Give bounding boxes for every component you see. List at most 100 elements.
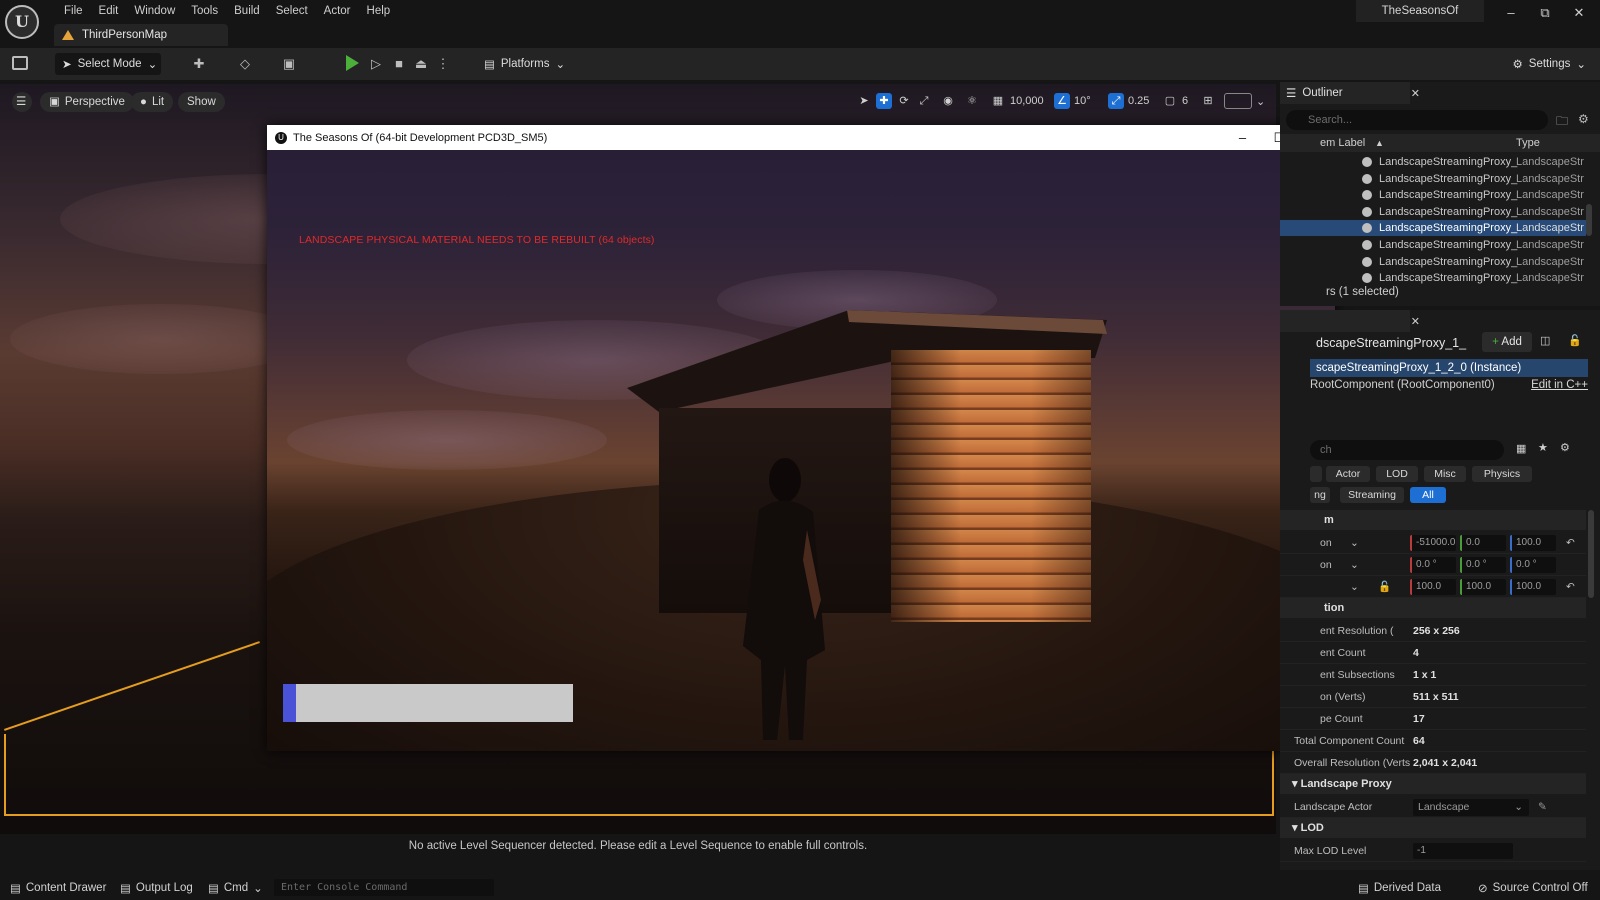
landscape-actor-dropdown[interactable]: Landscape ⌄ (1413, 799, 1529, 816)
chevron-down-icon[interactable]: ⌄ (1350, 532, 1359, 554)
filter-lod[interactable]: LOD (1376, 466, 1418, 482)
rotate-tool[interactable]: ⟳ (896, 92, 912, 110)
step-icon[interactable]: ▷ (367, 56, 385, 72)
close-icon[interactable]: ✕ (1562, 0, 1596, 26)
filter-actor[interactable]: Actor (1326, 466, 1370, 482)
outliner-search-input[interactable]: Search... (1286, 110, 1548, 130)
layout-toggle[interactable]: ⊞ (1200, 92, 1216, 110)
rotation-y-field[interactable]: 0.0 ° (1460, 557, 1506, 573)
outliner-row[interactable]: LandscapeStreamingProxy_ LandscapeStr (1280, 204, 1586, 220)
menu-select[interactable]: Select (268, 2, 316, 20)
platforms-dropdown[interactable]: ▤ Platforms ⌄ (484, 53, 565, 75)
derived-data-button[interactable]: ▤ Derived Data (1358, 880, 1441, 896)
outliner-row[interactable]: LandscapeStreamingProxy_ LandscapeStr (1280, 154, 1586, 170)
outliner-scrollbar[interactable] (1586, 204, 1592, 236)
chevron-down-icon[interactable]: ⌄ (1350, 554, 1359, 576)
outliner-row[interactable]: LandscapeStreamingProxy_ LandscapeStr (1280, 171, 1586, 187)
information-section[interactable]: tion (1280, 598, 1586, 618)
gear-icon[interactable]: ⚙ (1578, 112, 1589, 126)
details-tab[interactable]: ✕ (1280, 310, 1420, 332)
edit-in-cpp-link[interactable]: Edit in C++ (1531, 379, 1588, 391)
lit-button[interactable]: ● Lit (131, 92, 174, 112)
folder-icon[interactable]: 🗀 (1556, 112, 1568, 133)
max-lod-field[interactable]: -1 (1413, 843, 1513, 859)
restore-icon[interactable]: ⧉ (1528, 0, 1562, 26)
add-actor-icon[interactable]: ✚ (190, 56, 208, 72)
eject-icon[interactable]: ⏏ (412, 56, 430, 72)
filter-streaming[interactable]: Streaming (1340, 487, 1404, 503)
perspective-button[interactable]: ▣ Perspective (40, 92, 134, 112)
filter-rendering[interactable]: ng (1310, 487, 1330, 503)
content-drawer-button[interactable]: ▤ Content Drawer (10, 880, 106, 896)
table-view-icon[interactable]: ▦ (1516, 442, 1526, 455)
show-button[interactable]: Show (178, 92, 225, 112)
filter-all[interactable]: All (1410, 487, 1446, 503)
settings-button[interactable]: ⚙ Settings ⌄ (1512, 53, 1586, 75)
rotation-x-field[interactable]: 0.0 ° (1410, 557, 1456, 573)
menu-edit[interactable]: Edit (91, 2, 127, 20)
outliner-row[interactable]: LandscapeStreamingProxy_ LandscapeStr (1280, 220, 1586, 237)
filter-physics[interactable]: Physics (1472, 466, 1532, 482)
rotation-z-field[interactable]: 0.0 ° (1510, 557, 1556, 573)
details-scrollbar[interactable] (1588, 510, 1594, 598)
menu-tools[interactable]: Tools (183, 2, 226, 20)
stop-icon[interactable]: ■ (390, 56, 408, 72)
component-instance-row[interactable]: scapeStreamingProxy_1_2_0 (Instance) (1310, 359, 1588, 377)
output-log-button[interactable]: ▤ Output Log (120, 880, 193, 896)
filter-misc[interactable]: Misc (1424, 466, 1466, 482)
game-window-titlebar[interactable]: U The Seasons Of (64-bit Development PCD… (267, 125, 1335, 150)
reset-icon[interactable]: ↶ (1566, 532, 1575, 554)
location-x-field[interactable]: -51000.0 (1410, 535, 1456, 551)
label-column[interactable]: em Label (1320, 134, 1365, 152)
blueprints-icon[interactable]: ◇ (236, 56, 254, 72)
game-window[interactable]: U The Seasons Of (64-bit Development PCD… (267, 125, 1335, 751)
outliner-tab[interactable]: ☰ Outliner ✕ (1280, 82, 1420, 104)
source-control-button[interactable]: ⊘ Source Control Off (1478, 880, 1588, 896)
close-icon[interactable]: ✕ (1411, 315, 1420, 328)
game-scene[interactable]: LANDSCAPE PHYSICAL MATERIAL NEEDS TO BE … (267, 150, 1335, 751)
surface-snap-toggle[interactable]: ⚛ (964, 92, 980, 110)
star-icon[interactable]: ★ (1538, 441, 1548, 454)
landscape-proxy-section[interactable]: ▾ Landscape Proxy (1280, 774, 1586, 794)
add-component-button[interactable]: + Add (1482, 332, 1532, 352)
scale-tool[interactable]: ⤢ (916, 92, 932, 110)
cmd-dropdown[interactable]: ▤ Cmd ⌄ (208, 880, 263, 896)
root-component-row[interactable]: RootComponent (RootComponent0) (1310, 379, 1495, 391)
picker-icon[interactable]: ✎ (1538, 796, 1547, 818)
play-icon[interactable] (346, 55, 359, 71)
rotation-snap[interactable]: ∠ 10° (1054, 92, 1091, 110)
menu-build[interactable]: Build (226, 2, 268, 20)
close-icon[interactable]: ✕ (1411, 87, 1420, 100)
scale-z-field[interactable]: 100.0 (1510, 579, 1556, 595)
lock-icon[interactable]: 🔓 (1568, 334, 1582, 347)
minimize-icon[interactable]: – (1224, 125, 1261, 150)
blueprint-icon[interactable]: ◫ (1540, 334, 1550, 347)
menu-help[interactable]: Help (359, 2, 399, 20)
menu-window[interactable]: Window (126, 2, 183, 20)
viewport-layout[interactable]: ⌄ (1224, 92, 1265, 110)
world-local-toggle[interactable]: ◉ (940, 92, 956, 110)
level-tab[interactable]: ThirdPersonMap (54, 24, 228, 46)
chevron-down-icon[interactable]: ⌄ (1350, 576, 1359, 598)
cinematics-icon[interactable]: ▣ (280, 56, 298, 72)
outliner-row[interactable]: LandscapeStreamingProxy_ LandscapeStr (1280, 237, 1586, 253)
minimize-icon[interactable]: – (1494, 0, 1528, 26)
select-tool[interactable]: ➤ (856, 92, 872, 110)
scale-x-field[interactable]: 100.0 (1410, 579, 1456, 595)
details-search-input[interactable]: ch (1310, 440, 1504, 460)
lock-icon[interactable]: 🔓 (1378, 576, 1391, 598)
console-command-input[interactable]: Enter Console Command (274, 879, 494, 896)
camera-speed[interactable]: ▢ 6 (1162, 92, 1188, 110)
filter-button[interactable] (1310, 466, 1322, 482)
viewport-menu-icon[interactable]: ☰ (12, 92, 32, 112)
type-column[interactable]: Type (1516, 134, 1540, 152)
gear-icon[interactable]: ⚙ (1560, 441, 1570, 454)
more-options-icon[interactable]: ⋮ (434, 56, 452, 72)
location-z-field[interactable]: 100.0 (1510, 535, 1556, 551)
lod-section[interactable]: ▾ LOD (1280, 818, 1586, 838)
outliner-row[interactable]: LandscapeStreamingProxy_ LandscapeStr (1280, 270, 1586, 286)
save-icon[interactable] (12, 56, 28, 70)
outliner-row[interactable]: LandscapeStreamingProxy_ LandscapeStr (1280, 254, 1586, 270)
scale-snap[interactable]: ⤢ 0.25 (1108, 92, 1149, 110)
outliner-row[interactable]: LandscapeStreamingProxy_ LandscapeStr (1280, 187, 1586, 203)
